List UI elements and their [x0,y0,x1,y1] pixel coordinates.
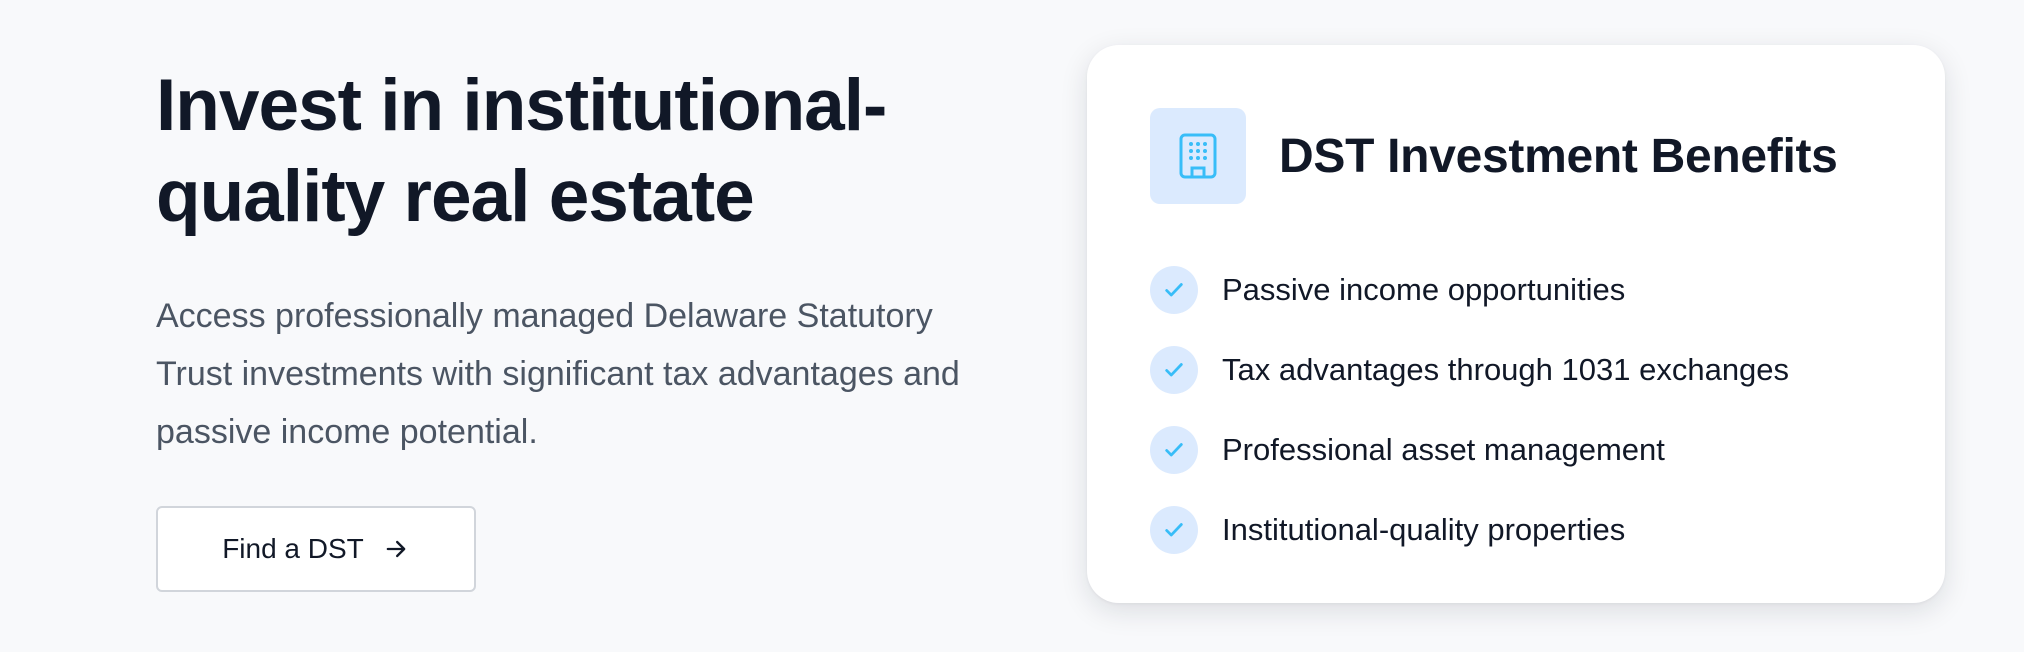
find-a-dst-label: Find a DST [222,533,364,564]
hero-content: Invest in institutional- quality real es… [156,60,1036,592]
hero-title: Invest in institutional- quality real es… [156,60,1036,242]
arrow-right-icon [382,535,410,563]
hero-section: Invest in institutional- quality real es… [0,0,2024,652]
benefit-item: Tax advantages through 1031 exchanges [1150,330,1789,410]
hero-description-line-3: passive income potential. [156,413,538,451]
check-icon [1150,266,1198,314]
check-icon [1150,506,1198,554]
hero-description-line-1: Access professionally managed Delaware S… [156,297,933,335]
card-title: DST Investment Benefits [1279,129,1838,183]
benefit-item: Passive income opportunities [1150,250,1789,330]
dst-benefits-card: DST Investment Benefits Passive income o… [1087,45,1945,603]
hero-title-line-1: Invest in institutional- [156,65,887,146]
check-icon [1150,426,1198,474]
check-icon [1150,346,1198,394]
benefit-label: Tax advantages through 1031 exchanges [1222,352,1790,387]
benefits-list: Passive income opportunities Tax advanta… [1150,250,1789,570]
hero-description: Access professionally managed Delaware S… [156,287,1036,461]
benefit-label: Institutional-quality properties [1222,512,1626,547]
benefit-label: Passive income opportunities [1222,272,1626,307]
benefit-item: Professional asset management [1150,410,1789,490]
benefit-item: Institutional-quality properties [1150,490,1789,570]
find-a-dst-button[interactable]: Find a DST [156,506,476,592]
card-header: DST Investment Benefits [1150,108,1838,204]
hero-description-line-2: Trust investments with significant tax a… [156,355,960,393]
building-icon [1150,108,1246,204]
hero-title-line-2: quality real estate [156,156,755,237]
benefit-label: Professional asset management [1222,432,1665,467]
